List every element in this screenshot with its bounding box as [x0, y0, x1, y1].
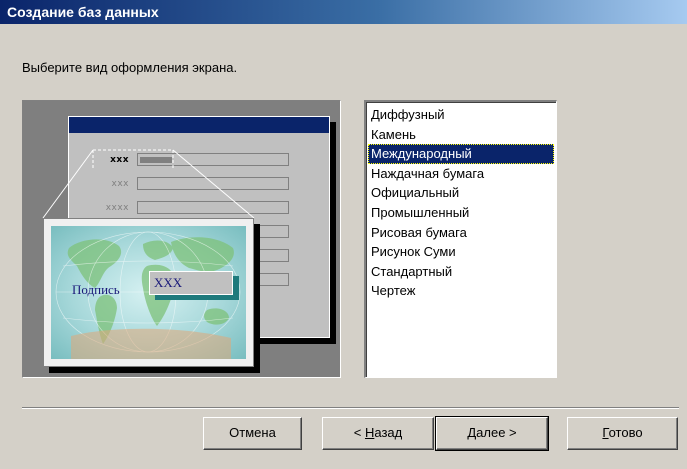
finish-button[interactable]: Готово [567, 417, 678, 450]
cancel-button-label: Отмена [229, 425, 276, 440]
window-title: Создание баз данных [0, 0, 687, 24]
finish-button-label: отово [608, 425, 643, 440]
list-item[interactable]: Промышленный [368, 203, 554, 223]
sample-label: Подпись [72, 282, 120, 297]
list-item[interactable]: Наждачная бумага [368, 164, 554, 184]
list-item[interactable]: Камень [368, 125, 554, 145]
list-item[interactable]: Рисунок Суми [368, 242, 554, 262]
separator-line [22, 407, 679, 409]
style-preview: xxx xxx xxxx Подпись XXX [22, 100, 341, 378]
back-button-mnemonic: Н [364, 425, 375, 440]
instruction-text: Выберите вид оформления экрана. [22, 60, 238, 75]
list-item[interactable]: Стандартный [368, 262, 554, 282]
list-item[interactable]: Официальный [368, 183, 554, 203]
next-button[interactable]: Далее > [435, 416, 549, 451]
cancel-button[interactable]: Отмена [203, 417, 302, 450]
list-item[interactable]: Диффузный [368, 105, 554, 125]
world-map-background: Подпись XXX [51, 226, 246, 359]
back-button-prefix: < [353, 425, 365, 440]
style-listbox[interactable]: Диффузный Камень Международный Наждачная… [364, 100, 557, 378]
next-button-label: алее > [476, 425, 517, 440]
back-button-label: азад [374, 425, 403, 440]
style-sample-card: Подпись XXX [43, 218, 254, 367]
next-button-mnemonic: Д [467, 425, 477, 440]
list-item[interactable]: Рисовая бумага [368, 223, 554, 243]
back-button[interactable]: < Назад [322, 417, 434, 450]
list-item[interactable]: Чертеж [368, 281, 554, 301]
list-item-selected[interactable]: Международный [368, 144, 554, 164]
sample-field: XXX [149, 271, 233, 295]
